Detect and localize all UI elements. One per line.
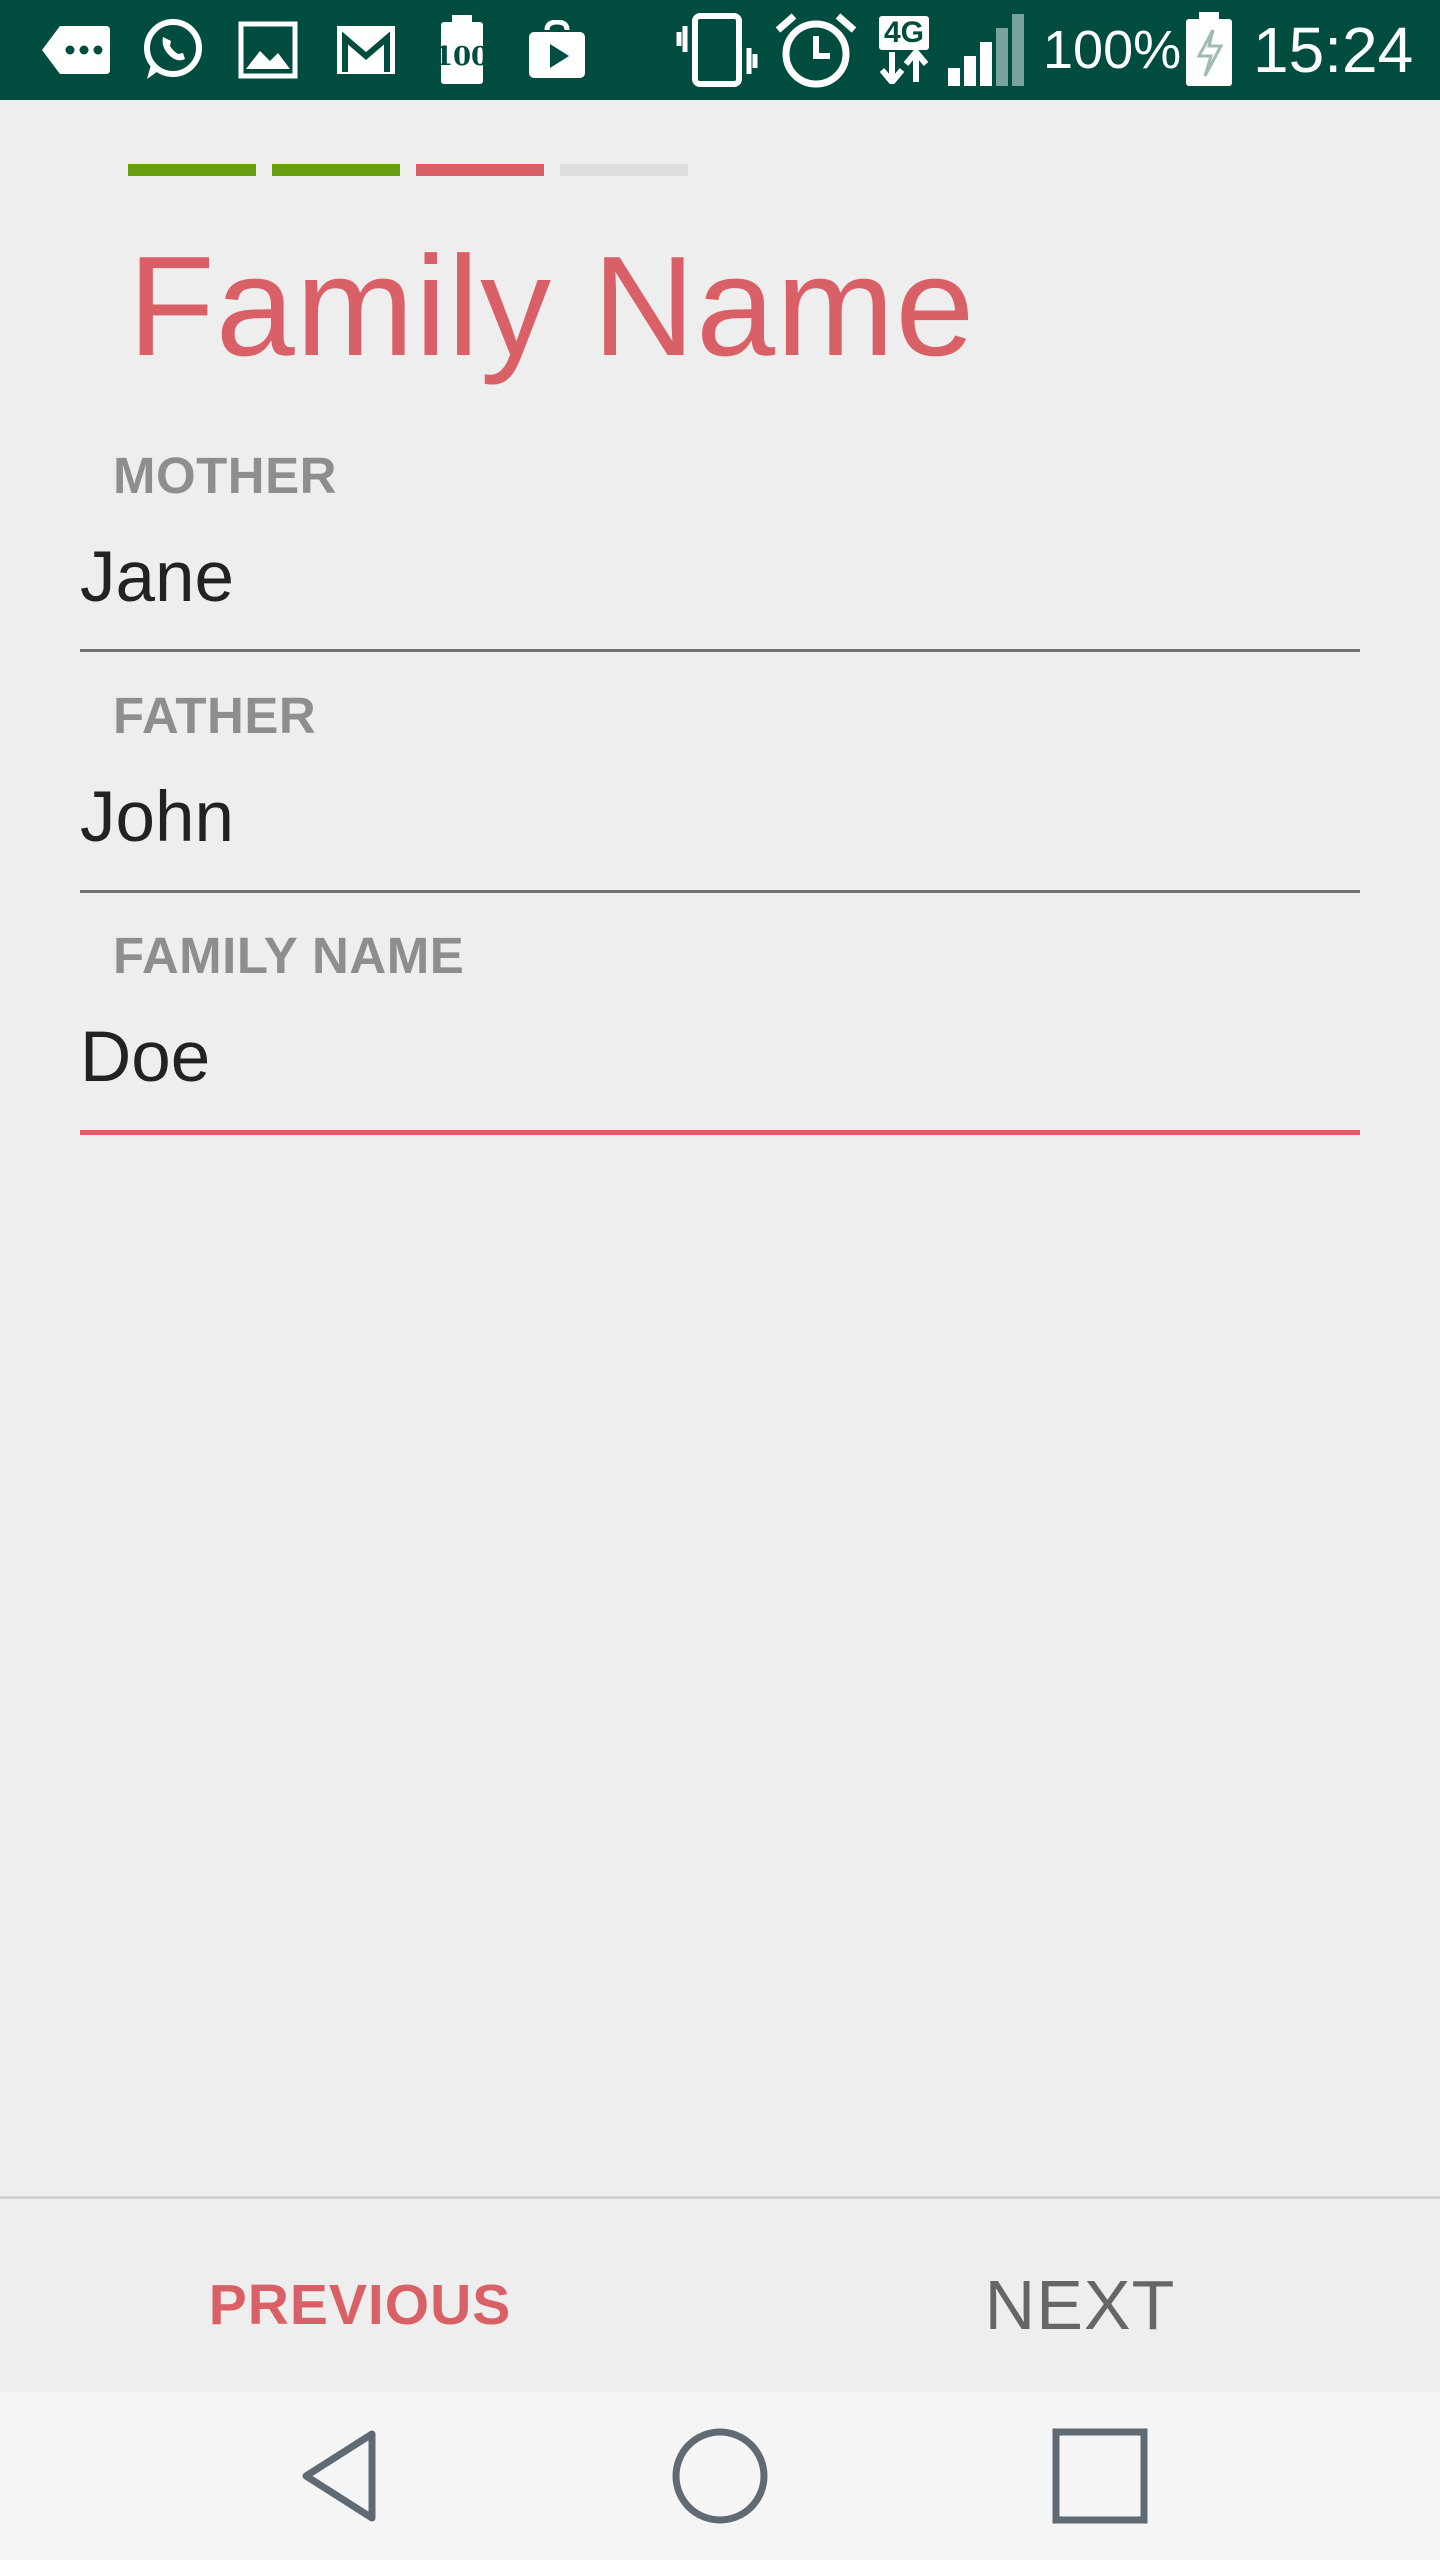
back-icon[interactable] [280, 2416, 400, 2536]
father-underline [80, 890, 1360, 893]
clock: 15:24 [1253, 14, 1414, 86]
father-input[interactable] [80, 762, 1360, 872]
progress-step-3 [416, 164, 544, 176]
page-title: Family Name [128, 227, 976, 386]
mother-input[interactable] [80, 522, 1360, 632]
mother-underline [80, 649, 1360, 652]
play-store-icon [526, 14, 588, 86]
family-name-underline [80, 1130, 1360, 1135]
status-bar: 100 4G 100% 15:24 [0, 0, 1440, 100]
father-label: FATHER [113, 687, 317, 744]
home-icon[interactable] [660, 2416, 780, 2536]
progress-step-4 [560, 164, 688, 176]
network-type-label: 4G [878, 16, 930, 50]
4g-data-icon: 4G [873, 14, 935, 86]
battery-charging-icon [1180, 12, 1238, 86]
system-nav-bar [0, 2392, 1440, 2560]
alarm-icon [773, 13, 859, 88]
vibrate-icon [675, 13, 759, 87]
battery-notif-badge: 100 [434, 42, 490, 72]
family-name-label: FAMILY NAME [113, 927, 465, 984]
battery-100-notif-icon: 100 [430, 14, 494, 86]
previous-button[interactable]: PREVIOUS [160, 2230, 560, 2380]
more-icon [38, 14, 114, 86]
progress-step-2 [272, 164, 400, 176]
progress-step-1 [128, 164, 256, 176]
screen: 100 4G 100% 15:24 Family Name MOTHER Jan… [0, 0, 1440, 2560]
mother-label: MOTHER [113, 447, 337, 504]
recents-icon[interactable] [1040, 2416, 1160, 2536]
family-name-input[interactable] [80, 1002, 1360, 1112]
whatsapp-icon [136, 14, 208, 86]
gallery-icon [236, 14, 300, 86]
next-button[interactable]: NEXT [880, 2230, 1280, 2380]
signal-icon [946, 14, 1030, 86]
nav-divider [0, 2196, 1440, 2199]
gmail-icon [333, 14, 399, 86]
battery-percent: 100% [1043, 20, 1182, 80]
